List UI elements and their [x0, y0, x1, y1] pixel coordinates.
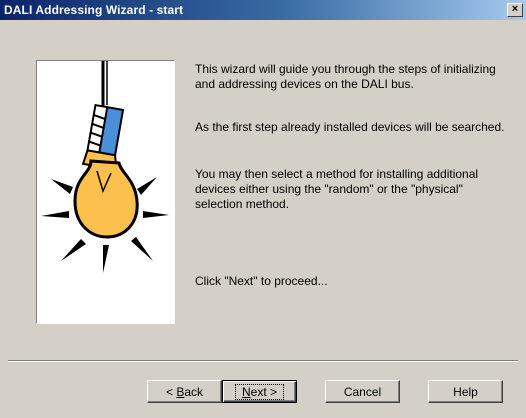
window-title: DALI Addressing Wizard - start	[4, 3, 184, 17]
next-label-mnemonic: N	[241, 384, 251, 399]
first-step-text: As the first step already installed devi…	[195, 120, 505, 134]
close-button[interactable]: ×	[507, 3, 523, 17]
title-bar[interactable]: DALI Addressing Wizard - start ×	[0, 0, 526, 20]
method-text: You may then select a method for install…	[195, 167, 479, 211]
next-label-rest: ext >	[250, 384, 278, 399]
next-button[interactable]: Next >	[222, 380, 297, 403]
wizard-window: DALI Addressing Wizard - start × This wi…	[0, 0, 526, 418]
button-separator	[8, 360, 518, 362]
intro-text: This wizard will guide you through the s…	[195, 62, 496, 91]
light-bulb-icon	[41, 61, 169, 273]
wizard-illustration-panel	[36, 60, 175, 324]
proceed-text: Click "Next" to proceed...	[195, 274, 328, 288]
cancel-button[interactable]: Cancel	[325, 380, 400, 403]
close-icon: ×	[511, 3, 519, 15]
help-button[interactable]: Help	[428, 380, 503, 403]
back-button[interactable]: < Back	[147, 380, 222, 403]
back-label-rest: ack	[184, 384, 204, 399]
next-focus-rect: Next >	[234, 383, 285, 400]
back-label-prefix: <	[165, 384, 177, 399]
